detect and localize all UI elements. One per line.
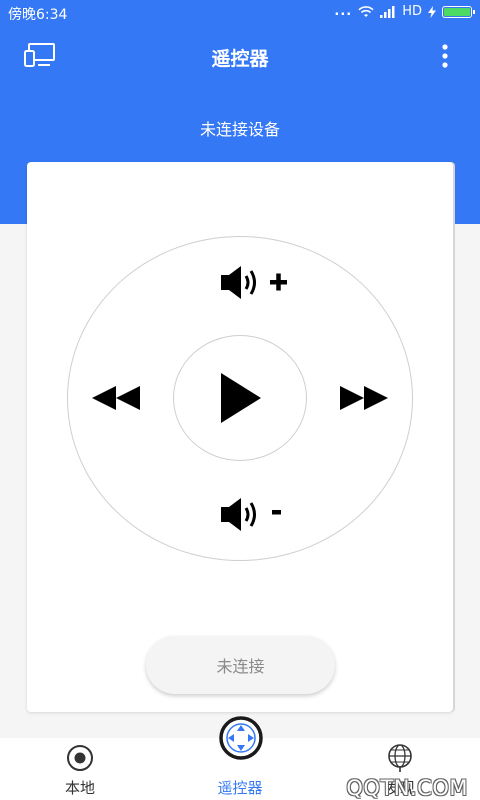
status-icons: ... HD — [334, 4, 475, 19]
page-title: 遥控器 — [211, 48, 269, 70]
status-time: 傍晚6:34 — [8, 7, 68, 23]
volume-up-icon — [221, 266, 287, 299]
discover-globe-icon — [388, 744, 412, 772]
play-button[interactable] — [213, 368, 267, 428]
more-vert-icon[interactable] — [442, 44, 448, 68]
rewind-button[interactable] — [88, 380, 144, 416]
connection-status: 未连接设备 — [199, 120, 280, 139]
fast-forward-icon — [340, 386, 388, 410]
wifi-icon — [358, 5, 374, 17]
signal-icon — [380, 5, 395, 18]
nav-label-remote: 遥控器 — [217, 779, 263, 797]
battery-icon — [442, 5, 475, 18]
local-record-icon — [67, 745, 93, 771]
rewind-icon — [92, 386, 140, 410]
fast-forward-button[interactable] — [336, 380, 392, 416]
remote-dpad-icon — [219, 716, 263, 760]
nav-label-local: 本地 — [64, 779, 95, 797]
notification-dots: ... — [334, 4, 353, 19]
watermark: QQTN.COM — [346, 776, 468, 800]
network-type: HD — [402, 4, 422, 19]
app-header: 遥控器 — [0, 26, 480, 86]
play-icon — [221, 373, 261, 423]
nav-item-local[interactable]: 本地 — [0, 738, 160, 800]
volume-down-icon — [221, 498, 281, 531]
volume-down-button[interactable] — [215, 494, 291, 534]
volume-up-button[interactable] — [215, 262, 291, 302]
status-bar: 傍晚6:34 ... HD — [0, 0, 480, 26]
nav-item-remote[interactable]: 遥控器 — [160, 716, 320, 800]
connect-button[interactable]: 未连接 — [146, 636, 335, 694]
charging-icon — [428, 5, 436, 18]
